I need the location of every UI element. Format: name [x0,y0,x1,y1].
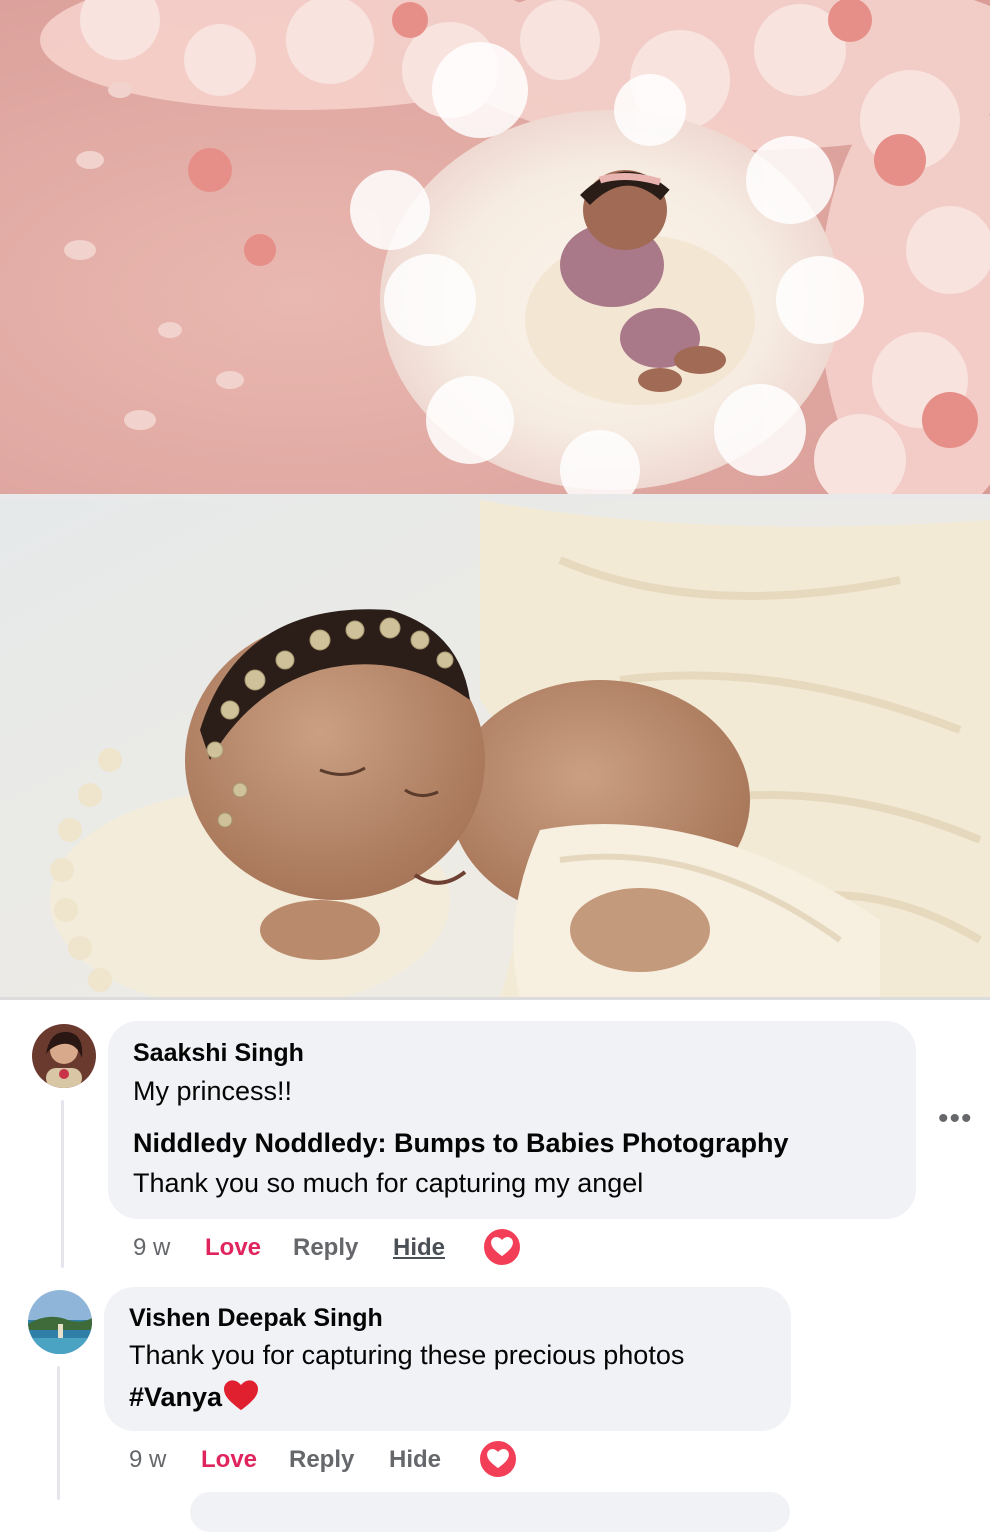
comment-author[interactable]: Saakshi Singh [133,1039,304,1068]
reply-button[interactable]: Reply [289,1446,354,1474]
hide-button[interactable]: Hide [389,1446,441,1474]
post-photo-floral[interactable] [0,0,990,494]
avatar-saakshi-singh[interactable] [32,1024,96,1088]
comment-hashtag[interactable]: #Vanya [129,1380,259,1413]
love-button[interactable]: Love [205,1234,261,1262]
avatar-vishen-deepak-singh[interactable] [28,1290,92,1354]
comment-bubble-1[interactable]: Saakshi Singh My princess!! Niddledy Nod… [108,1021,916,1219]
love-button[interactable]: Love [201,1446,257,1474]
avatar-photo-icon [28,1290,92,1354]
photo-divider-bottom [0,997,990,1000]
more-options-icon[interactable]: ••• [938,1102,973,1136]
hide-button[interactable]: Hide [393,1234,445,1262]
comment-author[interactable]: Vishen Deepak Singh [129,1304,383,1333]
reply-button[interactable]: Reply [293,1234,358,1262]
heart-icon[interactable] [482,1227,522,1267]
thread-line [57,1366,60,1500]
reply-author[interactable]: Niddledy Noddledy: Bumps to Babies Photo… [133,1128,789,1159]
newborn-cream-image [0,500,990,998]
hashtag-vanya[interactable]: #Vanya [129,1382,222,1412]
comment-time[interactable]: 9 w [129,1446,166,1474]
next-comment-bubble[interactable] [190,1492,790,1532]
thread-line [61,1100,64,1268]
heart-icon[interactable] [478,1439,518,1479]
comment-time[interactable]: 9 w [133,1234,170,1262]
red-heart-emoji-icon [224,1380,259,1411]
comment-text: My princess!! [133,1076,293,1106]
comment-bubble-2[interactable]: Vishen Deepak Singh Thank you for captur… [104,1287,791,1431]
reply-text: Thank you so much for capturing my angel [133,1168,644,1198]
post-photo-cream[interactable] [0,500,990,998]
avatar-photo-icon [32,1024,96,1088]
newborn-floral-image [0,0,990,494]
comment-text: Thank you for capturing these precious p… [129,1340,685,1370]
